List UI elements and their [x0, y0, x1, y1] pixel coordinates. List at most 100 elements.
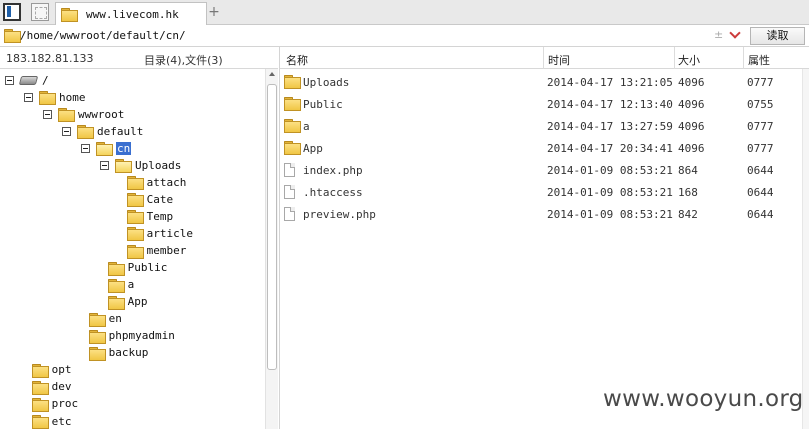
tree-node[interactable]: /	[5, 72, 49, 88]
file-list-scrollbar[interactable]	[802, 69, 809, 429]
column-time[interactable]: 时间	[548, 52, 570, 68]
panel-toggle-icon[interactable]	[3, 3, 21, 21]
tree-node-label: member	[146, 244, 187, 257]
tree-node-label: dev	[51, 380, 72, 394]
file-time: 2014-04-17 20:34:41	[547, 142, 673, 155]
left-panel-header: 183.182.81.133 目录(4),文件(3)	[0, 47, 278, 69]
tree-node[interactable]: dev	[31, 379, 72, 395]
file-name: a	[303, 120, 310, 133]
folder-icon	[61, 8, 78, 22]
tree-node-label: a	[127, 278, 135, 292]
file-size: 864	[678, 164, 698, 177]
collapse-icon[interactable]	[100, 160, 109, 170]
file-size: 842	[678, 208, 698, 221]
folder-icon	[107, 261, 125, 276]
folder-icon	[284, 75, 301, 89]
tab-livecom[interactable]: www.livecom.hk	[55, 2, 207, 25]
tree-node[interactable]: article	[126, 225, 193, 242]
add-tab-button[interactable]: +	[206, 3, 222, 21]
file-row[interactable]: a 2014-04-17 13:27:59 4096 0777	[280, 115, 809, 137]
file-time: 2014-04-17 13:27:59	[547, 120, 673, 133]
tree-node-label: phpmyadmin	[108, 329, 175, 343]
file-icon	[284, 185, 295, 199]
file-perm: 0755	[747, 98, 774, 111]
file-row[interactable]: Public 2014-04-17 12:13:40 4096 0755	[280, 93, 809, 115]
tab-title: www.livecom.hk	[86, 7, 179, 21]
file-perm: 0777	[747, 142, 774, 155]
column-name[interactable]: 名称	[286, 52, 308, 68]
file-list-header: 名称 时间 大小 属性	[280, 47, 809, 69]
file-time: 2014-01-09 08:53:21	[547, 208, 673, 221]
folder-icon	[284, 97, 301, 111]
tree-node-label: proc	[51, 397, 79, 411]
column-divider[interactable]	[674, 47, 675, 69]
tree-node[interactable]: backup	[88, 345, 149, 361]
tree-node-label: Public	[127, 261, 168, 275]
tree-node[interactable]: proc	[31, 396, 79, 412]
column-size[interactable]: 大小	[678, 52, 700, 68]
tree-node[interactable]: Cate	[126, 191, 174, 208]
file-time: 2014-04-17 13:21:05	[547, 76, 673, 89]
watermark: www.wooyun.org	[603, 386, 804, 412]
file-size: 4096	[678, 142, 705, 155]
tree-node[interactable]: Public	[107, 260, 168, 276]
tree-node-label: Uploads	[135, 158, 182, 172]
address-bar: ± 读取	[0, 25, 809, 47]
tree-node-label: opt	[51, 363, 72, 377]
tree-scrollbar[interactable]	[265, 69, 278, 429]
file-perm: 0777	[747, 120, 774, 133]
path-input[interactable]	[20, 27, 747, 45]
folder-icon	[31, 397, 49, 412]
directory-tree: / home wwwroot default cn Uploads attach Cate Te…	[0, 69, 265, 429]
file-row[interactable]: preview.php 2014-01-09 08:53:21 842 0644	[280, 203, 809, 225]
file-row[interactable]: App 2014-04-17 20:34:41 4096 0777	[280, 137, 809, 159]
collapse-icon[interactable]	[81, 143, 90, 153]
file-row[interactable]: Uploads 2014-04-17 13:21:05 4096 0777	[280, 71, 809, 93]
column-divider[interactable]	[543, 47, 544, 69]
drive-icon	[18, 75, 39, 85]
tree-node[interactable]: opt	[31, 362, 72, 378]
file-name: index.php	[303, 164, 363, 177]
collapse-icon[interactable]	[5, 75, 14, 85]
folder-icon	[107, 278, 125, 293]
file-name: Uploads	[303, 76, 350, 89]
file-row[interactable]: .htaccess 2014-01-09 08:53:21 168 0644	[280, 181, 809, 203]
tree-node[interactable]: en	[88, 311, 122, 327]
tree-node[interactable]: etc	[31, 413, 71, 429]
file-time: 2014-04-17 12:13:40	[547, 98, 673, 111]
tree-node[interactable]: home	[24, 89, 86, 106]
plus-minus-icon[interactable]: ±	[714, 28, 723, 41]
tree-node[interactable]: default	[62, 123, 143, 140]
tree-node-label: Cate	[146, 192, 174, 206]
blank-tab-icon[interactable]	[31, 3, 49, 21]
tree-node[interactable]: a	[107, 277, 135, 293]
tree-node[interactable]: member	[126, 243, 187, 259]
scroll-thumb[interactable]	[267, 84, 277, 370]
tree-node-label: attach	[146, 175, 187, 189]
tree-node[interactable]: wwwroot	[43, 106, 124, 123]
tree-node[interactable]: phpmyadmin	[88, 328, 175, 344]
file-row[interactable]: index.php 2014-01-09 08:53:21 864 0644	[280, 159, 809, 181]
tree-node[interactable]: cn	[81, 140, 132, 157]
column-perm[interactable]: 属性	[748, 52, 770, 68]
tree-node-label: home	[59, 90, 86, 104]
tree-node-label: backup	[108, 346, 149, 360]
folder-icon	[31, 380, 49, 395]
column-divider[interactable]	[743, 47, 744, 69]
tree-node[interactable]: Uploads	[100, 157, 182, 174]
read-button[interactable]: 读取	[750, 27, 805, 45]
collapse-icon[interactable]	[62, 126, 71, 136]
tree-node-label: App	[127, 295, 148, 309]
file-time: 2014-01-09 08:53:21	[547, 164, 673, 177]
scroll-up-icon[interactable]	[269, 72, 275, 76]
folder-open-icon	[115, 159, 132, 174]
tree-node-label: Temp	[146, 209, 174, 223]
collapse-icon[interactable]	[43, 109, 52, 119]
tree-node[interactable]: attach	[126, 174, 187, 191]
folder-icon	[39, 91, 56, 106]
collapse-icon[interactable]	[24, 92, 33, 102]
tree-node-label: cn	[116, 141, 132, 155]
folder-icon	[77, 125, 94, 140]
tree-node[interactable]: App	[107, 294, 148, 310]
tree-node[interactable]: Temp	[126, 208, 174, 225]
